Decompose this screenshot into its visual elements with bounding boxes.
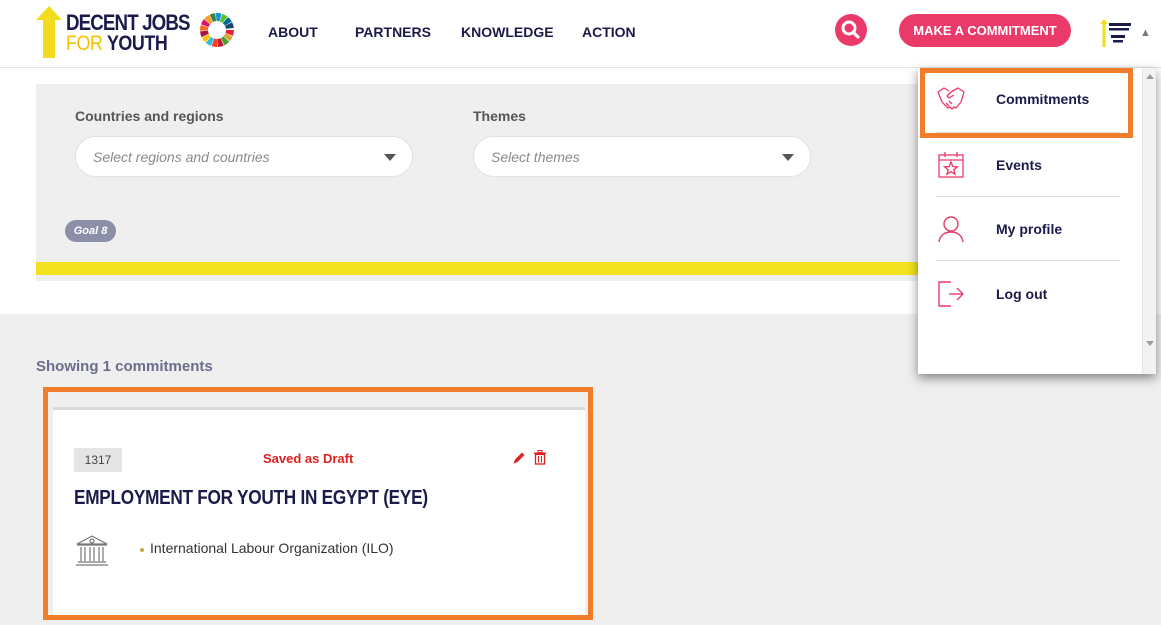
menu-item-my-profile[interactable]: My profile: [918, 197, 1138, 261]
calendar-star-icon: [938, 152, 964, 178]
logout-icon: [938, 281, 964, 307]
countries-placeholder: Select regions and countries: [93, 149, 270, 165]
menu-label-events: Events: [996, 157, 1042, 173]
nav-about[interactable]: ABOUT: [268, 24, 318, 40]
menu-divider: [936, 260, 1120, 261]
menu-item-log-out[interactable]: Log out: [918, 262, 1138, 326]
scroll-down-icon[interactable]: [1146, 341, 1154, 346]
menu-item-events[interactable]: Events: [918, 133, 1138, 197]
countries-label: Countries and regions: [75, 108, 224, 124]
status-badge: Saved as Draft: [263, 451, 354, 466]
goal-tag[interactable]: Goal 8: [65, 220, 116, 242]
countries-select[interactable]: Select regions and countries: [75, 136, 413, 177]
chevron-down-icon: [782, 154, 794, 161]
org-bullet: [140, 548, 144, 552]
page: DECENT JOBS FOR YOUTH ABOUT PARTNERS KNO…: [0, 0, 1161, 625]
make-commitment-button[interactable]: MAKE A COMMITMENT: [899, 14, 1071, 47]
trash-icon[interactable]: [533, 450, 547, 465]
user-avatar-icon[interactable]: [1098, 17, 1134, 51]
search-button[interactable]: [835, 14, 867, 46]
themes-label: Themes: [473, 108, 526, 124]
nav-action[interactable]: ACTION: [582, 24, 636, 40]
institution-icon: [76, 535, 108, 566]
nav-partners[interactable]: PARTNERS: [355, 24, 431, 40]
menu-highlight-box: [920, 68, 1133, 138]
themes-placeholder: Select themes: [491, 149, 580, 165]
menu-label-log-out: Log out: [996, 286, 1048, 302]
chevron-up-icon[interactable]: ▲: [1140, 27, 1151, 39]
menu-label-my-profile: My profile: [996, 221, 1063, 237]
commitment-id: 1317: [74, 448, 122, 472]
sdg-wheel-icon: [200, 13, 234, 47]
commitment-title[interactable]: EMPLOYMENT FOR YOUTH IN EGYPT (EYE): [74, 487, 428, 510]
yellow-arrow-icon: [36, 6, 62, 58]
themes-select[interactable]: Select themes: [473, 136, 811, 177]
scroll-up-icon[interactable]: [1146, 74, 1154, 79]
organization-name: International Labour Organization (ILO): [150, 540, 394, 556]
logo-line2: FOR YOUTH: [66, 32, 168, 55]
decent-jobs-logo[interactable]: DECENT JOBS FOR YOUTH: [36, 6, 234, 62]
site-header: DECENT JOBS FOR YOUTH ABOUT PARTNERS KNO…: [0, 0, 1161, 68]
chevron-down-icon: [384, 154, 396, 161]
user-icon: [938, 216, 964, 243]
search-icon: [841, 20, 860, 39]
results-count: Showing 1 commitments: [36, 358, 213, 375]
dropdown-scrollbar[interactable]: [1142, 68, 1156, 374]
edit-icon[interactable]: [512, 451, 526, 465]
nav-knowledge[interactable]: KNOWLEDGE: [461, 24, 554, 40]
